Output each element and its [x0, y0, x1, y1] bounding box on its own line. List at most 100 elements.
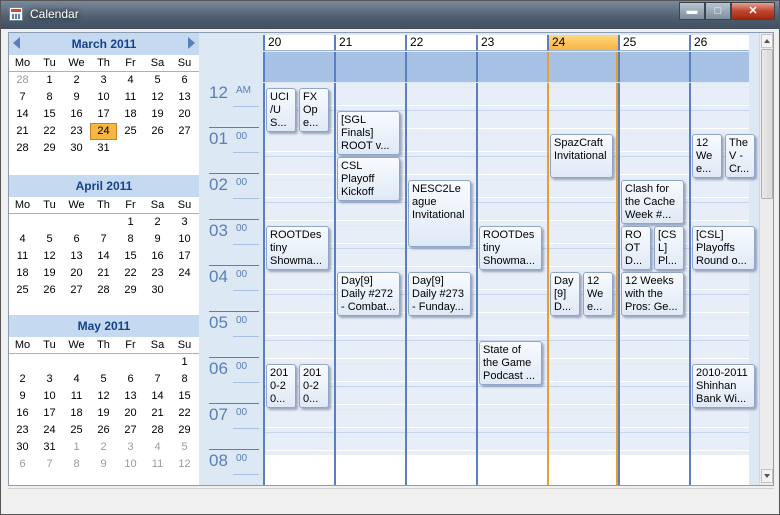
day-cell[interactable]: 6 [171, 72, 198, 89]
day-cell[interactable]: 6 [9, 456, 36, 473]
day-cell[interactable]: 5 [144, 72, 171, 89]
title-bar[interactable]: Calendar ▬ □ ✕ [1, 1, 779, 29]
day-cell[interactable]: 15 [36, 106, 63, 123]
day-cell[interactable]: 10 [36, 388, 63, 405]
day-column-header[interactable]: 21 [334, 35, 405, 51]
day-cell[interactable]: 30 [144, 282, 171, 299]
calendar-event[interactable]: 201 0-2 0... [299, 364, 329, 408]
day-cell[interactable]: 13 [117, 388, 144, 405]
day-cell[interactable]: 12 [144, 89, 171, 106]
day-cell[interactable]: 19 [36, 265, 63, 282]
day-cell[interactable]: 9 [9, 388, 36, 405]
day-cell[interactable]: 12 [171, 456, 198, 473]
all-day-slot[interactable] [476, 52, 547, 82]
day-cell[interactable]: 20 [63, 265, 90, 282]
day-cell[interactable]: 25 [117, 123, 144, 140]
day-cell[interactable]: 28 [9, 140, 36, 157]
day-cell[interactable]: 7 [36, 456, 63, 473]
day-cell[interactable]: 27 [117, 422, 144, 439]
day-cell[interactable]: 24 [36, 422, 63, 439]
day-cell[interactable]: 16 [144, 248, 171, 265]
day-cell[interactable]: 7 [9, 89, 36, 106]
next-month-icon[interactable] [188, 37, 195, 49]
calendar-event[interactable]: Clash for the Cache Week #... [621, 180, 684, 224]
day-cell[interactable]: 29 [117, 282, 144, 299]
day-column-header[interactable]: 25 [618, 35, 689, 51]
calendar-event[interactable]: 12 We e... [583, 272, 613, 316]
calendar-event[interactable]: UCI /U S... [266, 88, 296, 132]
day-cell[interactable]: 9 [63, 89, 90, 106]
scroll-down-button[interactable] [761, 469, 773, 483]
calendar-event[interactable]: Day [9] D... [550, 272, 580, 316]
vertical-scrollbar[interactable] [759, 33, 773, 485]
day-cell[interactable]: 27 [63, 282, 90, 299]
day-cell[interactable]: 11 [63, 388, 90, 405]
day-cell[interactable]: 21 [144, 405, 171, 422]
day-cell[interactable]: 30 [9, 439, 36, 456]
calendar-event[interactable]: [SGL Finals] ROOT v... [337, 111, 400, 155]
calendar-event[interactable]: CSL Playoff Kickoff [337, 157, 400, 201]
day-cell[interactable]: 28 [144, 422, 171, 439]
day-cell[interactable]: 19 [144, 106, 171, 123]
day-cell[interactable]: 26 [90, 422, 117, 439]
all-day-slot[interactable] [689, 52, 749, 82]
day-cell[interactable]: 10 [171, 231, 198, 248]
day-cell[interactable]: 8 [36, 89, 63, 106]
day-cell[interactable]: 10 [90, 89, 117, 106]
day-cell[interactable]: 30 [63, 140, 90, 157]
day-cell[interactable]: 18 [63, 405, 90, 422]
day-cell[interactable]: 29 [36, 140, 63, 157]
day-cell[interactable]: 23 [9, 422, 36, 439]
calendar-event[interactable]: RO OT D... [621, 226, 651, 270]
day-cell[interactable]: 1 [63, 439, 90, 456]
calendar-event[interactable]: FX Op e... [299, 88, 329, 132]
day-cell[interactable]: 26 [36, 282, 63, 299]
day-cell[interactable]: 8 [63, 456, 90, 473]
scrollbar-thumb[interactable] [761, 49, 773, 199]
day-cell[interactable]: 12 [90, 388, 117, 405]
day-cell[interactable]: 6 [117, 371, 144, 388]
calendar-event[interactable]: 12 We e... [692, 134, 722, 178]
minimize-button[interactable]: ▬ [679, 2, 705, 20]
day-column-header[interactable]: 22 [405, 35, 476, 51]
day-cell[interactable]: 25 [9, 282, 36, 299]
day-cell[interactable]: 7 [144, 371, 171, 388]
maximize-button[interactable]: □ [705, 2, 731, 20]
calendar-event[interactable]: Day[9] Daily #272 - Combat... [337, 272, 400, 316]
day-cell[interactable]: 2 [90, 439, 117, 456]
day-cell[interactable]: 28 [9, 72, 36, 89]
day-cell[interactable]: 28 [90, 282, 117, 299]
day-cell[interactable]: 7 [90, 231, 117, 248]
day-column-header[interactable]: 23 [476, 35, 547, 51]
day-cell[interactable]: 20 [117, 405, 144, 422]
day-cell[interactable]: 9 [144, 231, 171, 248]
day-cell[interactable]: 18 [117, 106, 144, 123]
day-cell[interactable]: 3 [36, 371, 63, 388]
day-cell[interactable]: 16 [9, 405, 36, 422]
day-cell[interactable]: 5 [36, 231, 63, 248]
day-cell[interactable]: 20 [171, 106, 198, 123]
day-cell[interactable]: 8 [171, 371, 198, 388]
calendar-event[interactable]: 2010-2011 Shinhan Bank Wi... [692, 364, 755, 408]
day-cell[interactable]: 21 [9, 123, 36, 140]
day-cell[interactable]: 15 [117, 248, 144, 265]
day-cell[interactable]: 4 [63, 371, 90, 388]
day-cell[interactable]: 4 [9, 231, 36, 248]
calendar-event[interactable]: ROOTDes tiny Showma... [479, 226, 542, 270]
day-cell[interactable]: 22 [36, 123, 63, 140]
all-day-slot[interactable] [547, 52, 618, 82]
day-cell[interactable]: 25 [63, 422, 90, 439]
day-cell[interactable]: 2 [63, 72, 90, 89]
day-cell[interactable]: 31 [36, 439, 63, 456]
day-cell[interactable]: 29 [171, 422, 198, 439]
calendar-event[interactable]: 12 Weeks with the Pros: Ge... [621, 272, 684, 316]
calendar-event[interactable]: State of the Game Podcast ... [479, 341, 542, 385]
calendar-event[interactable]: 201 0-2 0... [266, 364, 296, 408]
day-column[interactable] [476, 83, 547, 485]
day-cell[interactable]: 8 [117, 231, 144, 248]
day-cell[interactable]: 31 [90, 140, 117, 157]
scroll-up-button[interactable] [761, 34, 773, 48]
day-cell[interactable]: 11 [117, 89, 144, 106]
day-cell[interactable]: 4 [144, 439, 171, 456]
day-cell[interactable]: 3 [90, 72, 117, 89]
